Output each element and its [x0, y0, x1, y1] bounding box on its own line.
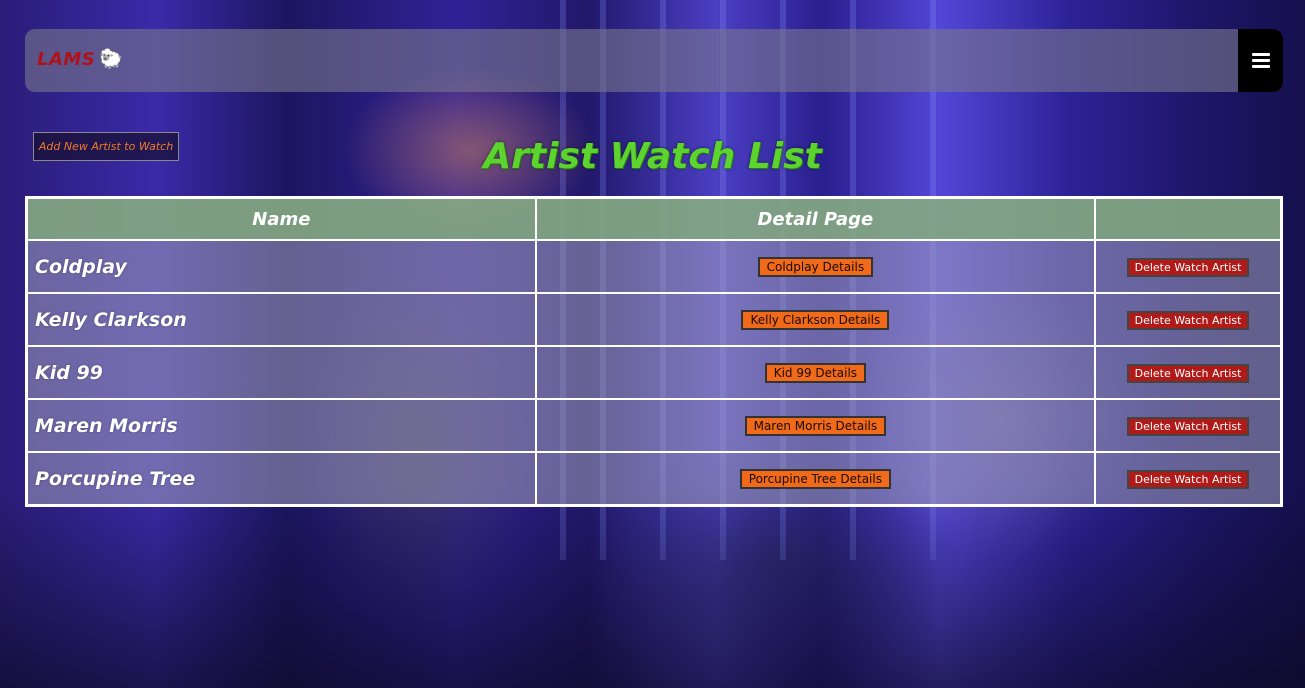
artist-details-button[interactable]: Kelly Clarkson Details — [741, 310, 890, 330]
table-row: Kelly Clarkson Kelly Clarkson Details De… — [25, 292, 1283, 347]
detail-cell: Porcupine Tree Details — [534, 451, 1097, 507]
delete-watch-artist-button[interactable]: Delete Watch Artist — [1126, 364, 1250, 383]
table-row: Kid 99 Kid 99 Details Delete Watch Artis… — [25, 345, 1283, 400]
artist-name: Porcupine Tree — [25, 451, 537, 507]
menu-toggle-button[interactable] — [1238, 29, 1283, 92]
hamburger-menu-icon — [1251, 53, 1270, 68]
action-cell: Delete Watch Artist — [1094, 398, 1283, 453]
artist-name: Maren Morris — [25, 398, 537, 453]
artist-details-button[interactable]: Coldplay Details — [757, 257, 874, 277]
column-header-action — [1094, 196, 1283, 241]
action-cell: Delete Watch Artist — [1094, 451, 1283, 507]
table-header-row: Name Detail Page — [25, 196, 1283, 241]
artist-details-button[interactable]: Porcupine Tree Details — [739, 469, 891, 489]
sheep-icon: 🐑 — [99, 48, 124, 70]
delete-watch-artist-button[interactable]: Delete Watch Artist — [1126, 258, 1250, 277]
artist-name: Kelly Clarkson — [25, 292, 537, 347]
action-cell: Delete Watch Artist — [1094, 345, 1283, 400]
table-row: Maren Morris Maren Morris Details Delete… — [25, 398, 1283, 453]
brand-logo[interactable]: LAMS 🐑 — [37, 47, 123, 70]
delete-watch-artist-button[interactable]: Delete Watch Artist — [1126, 417, 1250, 436]
artist-name: Kid 99 — [25, 345, 537, 400]
detail-cell: Maren Morris Details — [534, 398, 1097, 453]
action-cell: Delete Watch Artist — [1094, 292, 1283, 347]
navbar: LAMS 🐑 — [25, 29, 1283, 92]
artist-name: Coldplay — [25, 239, 537, 294]
artist-details-button[interactable]: Maren Morris Details — [744, 416, 887, 436]
delete-watch-artist-button[interactable]: Delete Watch Artist — [1126, 470, 1250, 489]
artist-details-button[interactable]: Kid 99 Details — [764, 363, 867, 383]
watch-list-table: Name Detail Page Coldplay Coldplay Detai… — [25, 196, 1283, 507]
column-header-detail: Detail Page — [534, 196, 1097, 241]
table-row: Coldplay Coldplay Details Delete Watch A… — [25, 239, 1283, 294]
action-cell: Delete Watch Artist — [1094, 239, 1283, 294]
column-header-name: Name — [25, 196, 537, 241]
table-row: Porcupine Tree Porcupine Tree Details De… — [25, 451, 1283, 507]
brand-name: LAMS — [37, 49, 96, 70]
detail-cell: Kid 99 Details — [534, 345, 1097, 400]
delete-watch-artist-button[interactable]: Delete Watch Artist — [1126, 311, 1250, 330]
page-title: Artist Watch List — [483, 136, 822, 177]
detail-cell: Coldplay Details — [534, 239, 1097, 294]
detail-cell: Kelly Clarkson Details — [534, 292, 1097, 347]
